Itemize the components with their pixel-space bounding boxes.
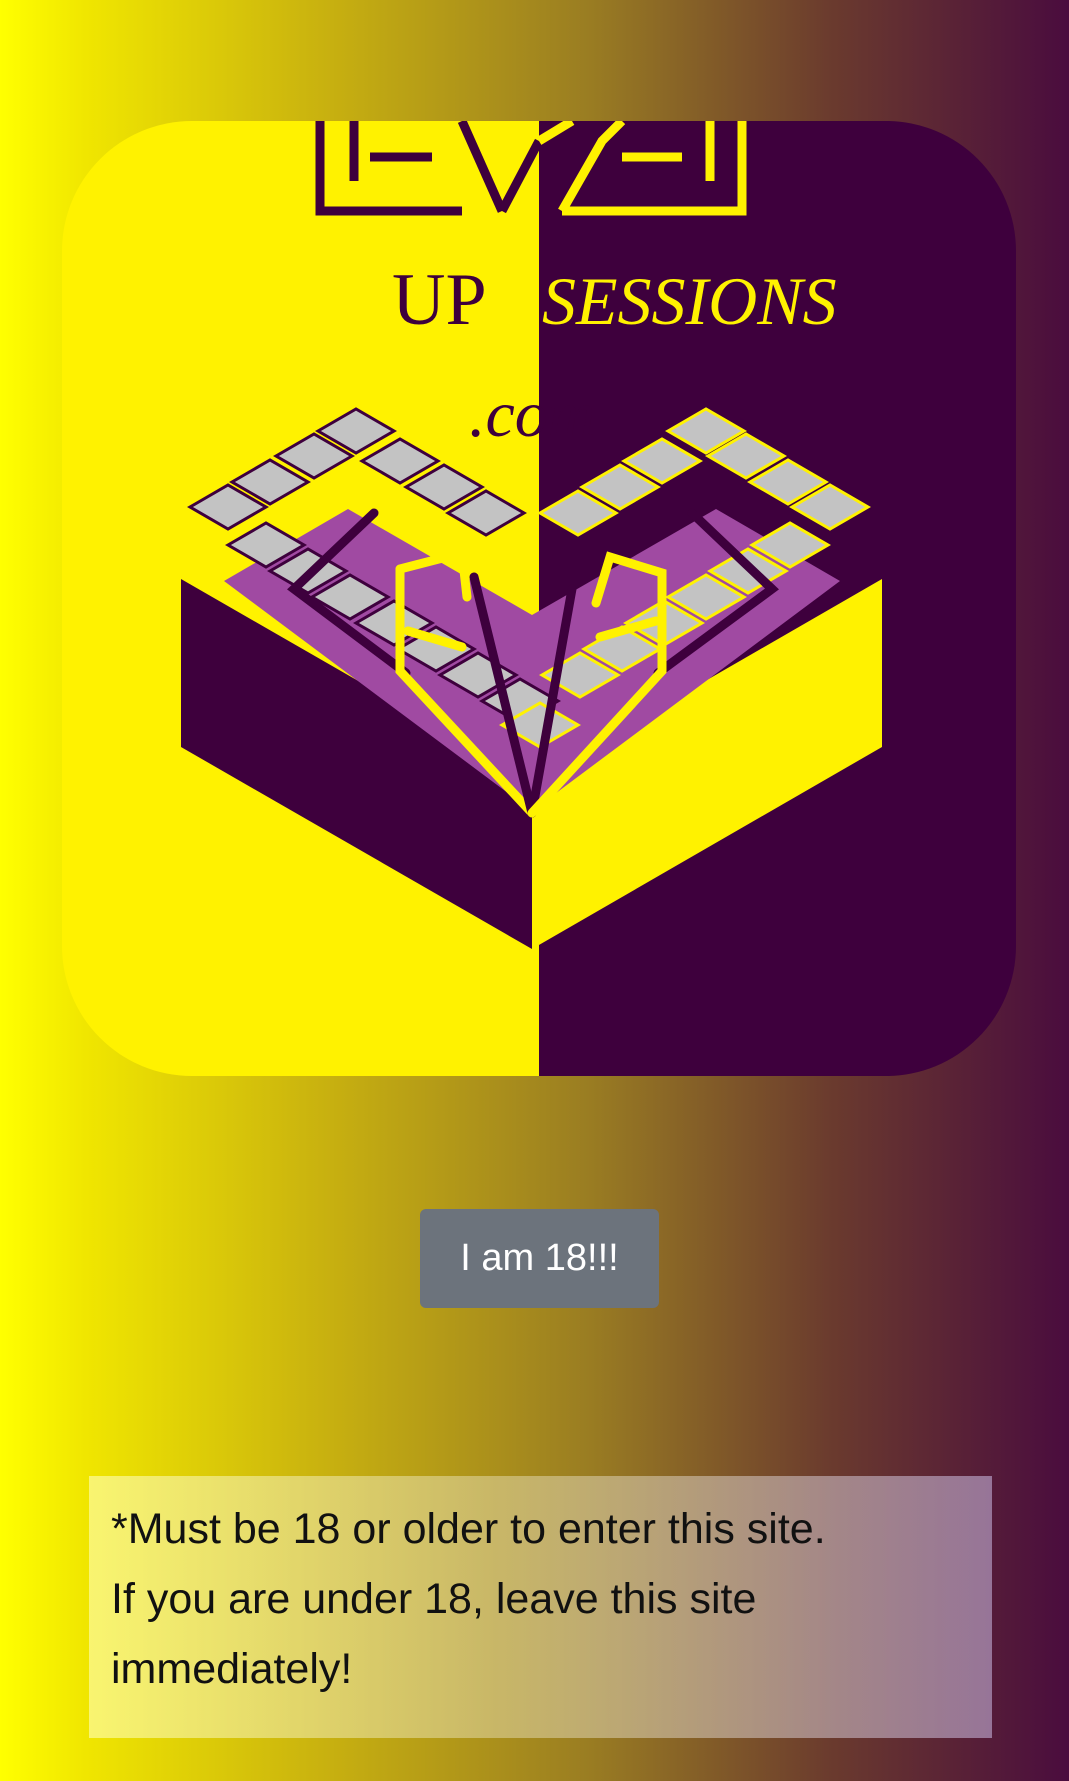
brand-suffix: .com [469, 378, 595, 451]
brand-word-up: UP [392, 259, 487, 341]
notice-line-2: If you are under 18, leave this site [111, 1575, 757, 1623]
age-warning-notice: *Must be 18 or older to enter this site.… [89, 1476, 992, 1738]
site-logo: UP SESSIONS .com [62, 121, 1016, 1076]
brand-word-sessions: SESSIONS [542, 263, 837, 339]
notice-line-1: *Must be 18 or older to enter this site. [111, 1505, 826, 1553]
age-confirm-button[interactable]: I am 18!!! [420, 1209, 659, 1308]
notice-line-3: immediately! [111, 1645, 353, 1693]
logo-graphic: UP SESSIONS .com [62, 121, 1016, 1076]
